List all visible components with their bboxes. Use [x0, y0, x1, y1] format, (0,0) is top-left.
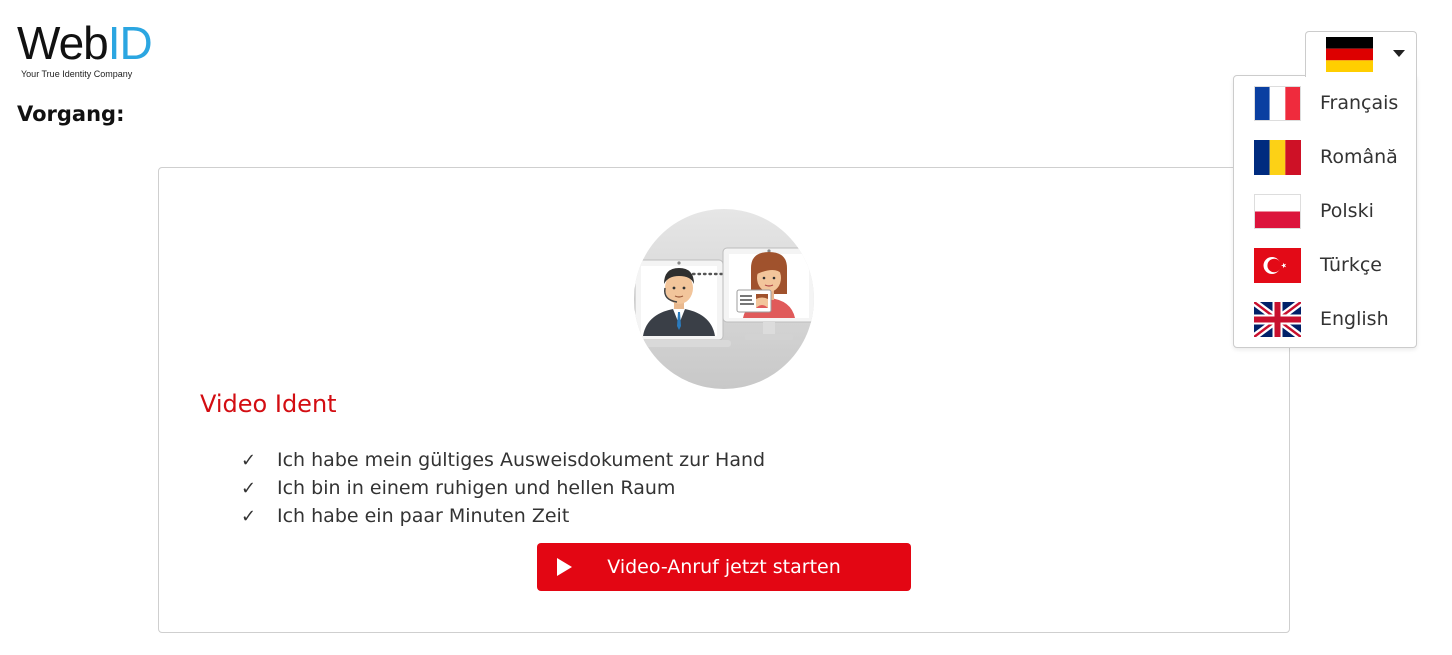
checklist-item: ✓ Ich habe ein paar Minuten Zeit — [241, 505, 765, 533]
language-option-label: Română — [1320, 146, 1398, 168]
check-icon: ✓ — [241, 506, 257, 527]
chevron-down-icon — [1393, 50, 1405, 57]
checklist-item-text: Ich bin in einem ruhigen und hellen Raum — [277, 477, 676, 499]
language-option-polish[interactable]: Polski — [1234, 184, 1416, 238]
logo-wordmark-web: Web — [17, 17, 109, 69]
language-dropdown-menu: Français Română Polski Türkçe English — [1233, 75, 1417, 348]
check-icon: ✓ — [241, 478, 257, 499]
language-option-english[interactable]: English — [1234, 292, 1416, 346]
flag-romania-icon — [1254, 140, 1301, 175]
video-call-illustration — [634, 209, 814, 389]
logo-tagline: Your True Identity Company — [21, 69, 133, 79]
checklist-item-text: Ich habe ein paar Minuten Zeit — [277, 505, 570, 527]
flag-turkey-icon — [1254, 248, 1301, 283]
logo-wordmark: WebID — [17, 20, 167, 66]
language-option-french[interactable]: Français — [1234, 76, 1416, 130]
webid-logo: WebID Your True Identity Company — [17, 20, 167, 82]
check-icon: ✓ — [241, 450, 257, 471]
language-option-label: Türkçe — [1320, 254, 1382, 276]
card-title: Video Ident — [200, 390, 337, 418]
language-option-label: English — [1320, 308, 1389, 330]
checklist-item: ✓ Ich bin in einem ruhigen und hellen Rau… — [241, 477, 765, 505]
language-option-label: Français — [1320, 92, 1399, 114]
flag-uk-icon — [1254, 302, 1301, 337]
language-selector-toggle[interactable] — [1305, 31, 1417, 77]
start-video-call-button[interactable]: Video-Anruf jetzt starten — [537, 543, 911, 591]
start-video-call-label: Video-Anruf jetzt starten — [607, 556, 841, 578]
flag-germany-icon — [1326, 37, 1373, 72]
checklist-item: ✓ Ich habe mein gültiges Ausweisdokument … — [241, 449, 765, 477]
video-ident-card: Video Ident ✓ Ich habe mein gültiges Ausw… — [158, 167, 1290, 633]
requirements-checklist: ✓ Ich habe mein gültiges Ausweisdokument … — [241, 449, 765, 533]
language-option-turkish[interactable]: Türkçe — [1234, 238, 1416, 292]
process-label: Vorgang: — [17, 102, 125, 126]
flag-france-icon — [1254, 86, 1301, 121]
language-option-label: Polski — [1320, 200, 1374, 222]
language-option-romanian[interactable]: Română — [1234, 130, 1416, 184]
flag-poland-icon — [1254, 194, 1301, 229]
logo-wordmark-id: ID — [107, 17, 153, 69]
checklist-item-text: Ich habe mein gültiges Ausweisdokument z… — [277, 449, 766, 471]
